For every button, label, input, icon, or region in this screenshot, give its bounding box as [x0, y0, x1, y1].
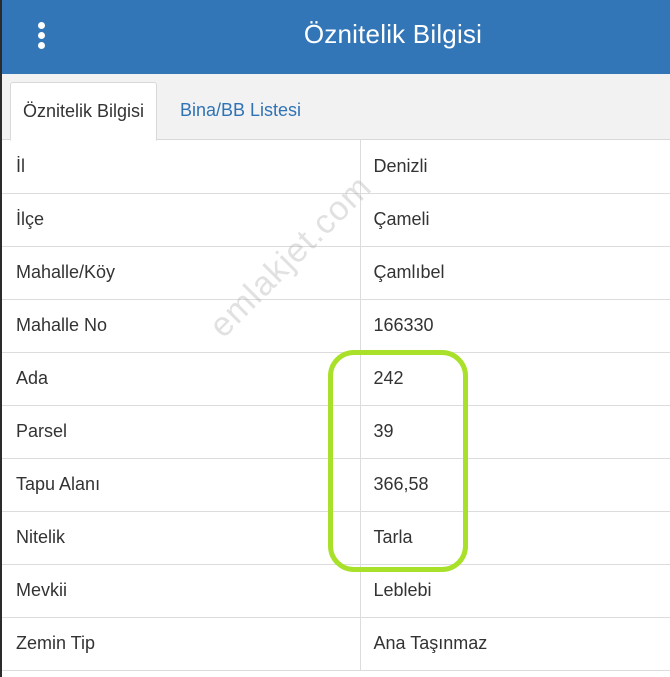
- table-row: İl Denizli: [2, 140, 670, 194]
- attribute-value: 242: [360, 352, 670, 406]
- attribute-value: Çamlıbel: [360, 246, 670, 300]
- attribute-value: Leblebi: [360, 564, 670, 618]
- attribute-key: Mahalle/Köy: [2, 246, 361, 300]
- tab-bar: Öznitelik Bilgisi Bina/BB Listesi: [2, 74, 670, 141]
- attribute-key: İlçe: [2, 193, 361, 247]
- table-row: Zemin Tip Ana Taşınmaz: [2, 617, 670, 671]
- attribute-table: İl Denizli İlçe Çameli Mahalle/Köy Çamlı…: [2, 140, 670, 671]
- table-row: Parsel 39: [2, 405, 670, 459]
- attribute-key: Ada: [2, 352, 361, 406]
- attribute-key: Tapu Alanı: [2, 458, 361, 512]
- attribute-value: Çameli: [360, 193, 670, 247]
- attribute-key: Nitelik: [2, 511, 361, 565]
- attribute-panel: Öznitelik Bilgisi Öznitelik Bilgisi Bina…: [0, 0, 670, 677]
- attribute-key: Mevkii: [2, 564, 361, 618]
- attribute-value: 166330: [360, 299, 670, 353]
- attribute-value: 366,58: [360, 458, 670, 512]
- attribute-value: 39: [360, 405, 670, 459]
- table-row: Mahalle/Köy Çamlıbel: [2, 246, 670, 300]
- table-row: Mevkii Leblebi: [2, 564, 670, 618]
- table-row: Mahalle No 166330: [2, 299, 670, 353]
- attribute-value: Tarla: [360, 511, 670, 565]
- panel-title: Öznitelik Bilgisi: [303, 19, 483, 49]
- panel-header: Öznitelik Bilgisi: [2, 0, 670, 74]
- attribute-key: İl: [2, 140, 361, 194]
- attribute-value: Denizli: [360, 140, 670, 194]
- tab-bina-bb-listesi[interactable]: Bina/BB Listesi: [168, 82, 313, 141]
- attribute-value: Ana Taşınmaz: [360, 617, 670, 671]
- attribute-key: Zemin Tip: [2, 617, 361, 671]
- table-row: İlçe Çameli: [2, 193, 670, 247]
- attribute-key: Mahalle No: [2, 299, 361, 353]
- table-row: Tapu Alanı 366,58: [2, 458, 670, 512]
- tab-oznitelik-bilgisi[interactable]: Öznitelik Bilgisi: [10, 82, 158, 141]
- attribute-key: Parsel: [2, 405, 361, 459]
- table-row: Nitelik Tarla: [2, 511, 670, 565]
- table-row: Ada 242: [2, 352, 670, 406]
